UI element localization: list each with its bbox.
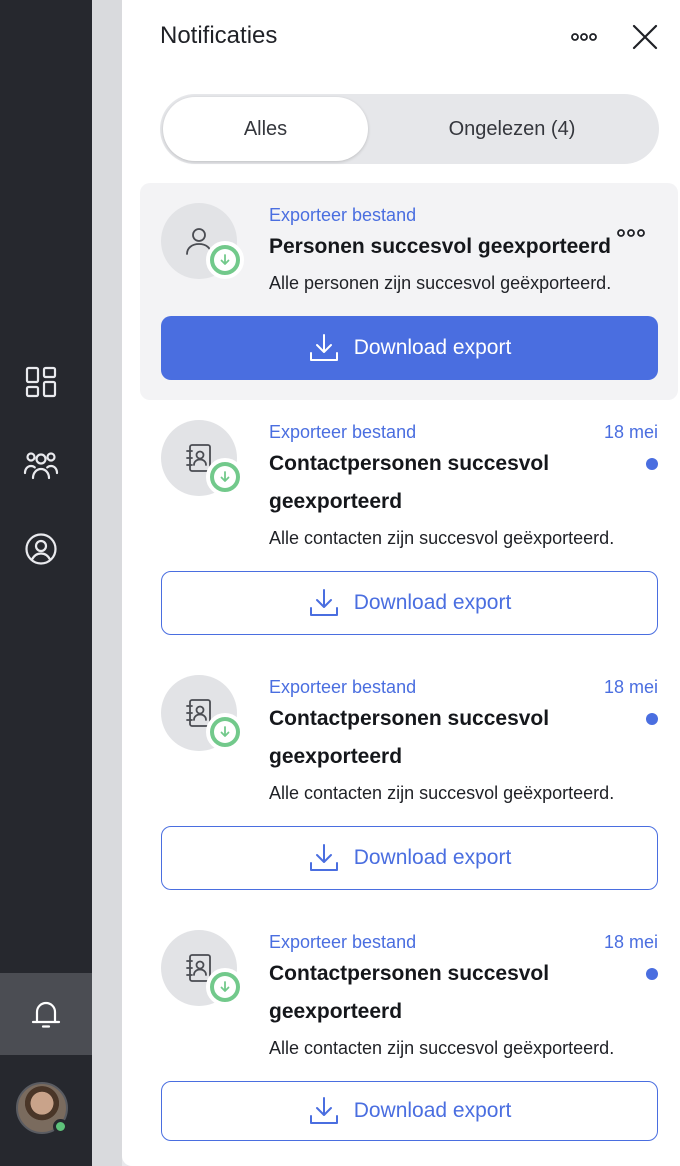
notification-category: Exporteer bestand — [269, 677, 417, 697]
panel-title: Notificaties — [160, 22, 278, 49]
notification-title: Personen succesvol geexporteerd — [269, 235, 611, 258]
unread-indicator — [646, 968, 658, 980]
download-export-button[interactable]: Download export — [161, 316, 658, 380]
download-export-button[interactable]: Download export — [161, 1081, 658, 1141]
close-button[interactable] — [628, 20, 662, 54]
account-icon[interactable] — [21, 529, 61, 569]
close-icon — [632, 24, 658, 50]
notification-category: Exporteer bestand — [269, 422, 417, 442]
download-icon — [309, 844, 338, 871]
download-export-label: Download export — [353, 591, 512, 614]
notification-title: Contactpersonen succesvol geexporteerd — [269, 707, 550, 768]
notification-filter-tabs: Alles Ongelezen (4) — [160, 94, 659, 164]
more-horizontal-icon — [617, 229, 645, 237]
download-export-label: Download export — [353, 1099, 512, 1122]
notifications-nav-button[interactable] — [0, 973, 92, 1055]
notification-card[interactable]: Exporteer bestand Personen succesvol gee… — [140, 183, 678, 400]
sidebar-divider — [92, 0, 122, 1166]
download-icon — [309, 334, 338, 361]
more-horizontal-icon — [571, 33, 597, 41]
tab-all[interactable]: Alles — [163, 97, 368, 161]
user-avatar[interactable] — [16, 1082, 68, 1134]
notification-description: Alle contacten zijn succesvol geëxportee… — [269, 1038, 615, 1058]
notification-description: Alle personen zijn succesvol geëxporteer… — [269, 273, 612, 293]
notification-more-options-button[interactable] — [614, 221, 648, 245]
download-arrow-icon — [220, 981, 230, 992]
online-status-indicator — [53, 1119, 68, 1134]
notification-card[interactable]: Exporteer bestand 18 mei Contactpersonen… — [140, 655, 678, 910]
download-arrow-icon — [220, 254, 230, 265]
export-badge — [206, 458, 244, 496]
notification-date: 18 mei — [603, 677, 658, 697]
dashboard-icon[interactable] — [21, 362, 61, 402]
notification-description: Alle contacten zijn succesvol geëxportee… — [269, 783, 615, 803]
notification-category: Exporteer bestand — [269, 205, 417, 225]
download-arrow-icon — [220, 471, 230, 482]
app-sidebar — [0, 0, 92, 1166]
notification-card[interactable]: Exporteer bestand 18 mei Contactpersonen… — [140, 400, 678, 655]
notification-title: Contactpersonen succesvol geexporteerd — [269, 962, 550, 1023]
export-badge — [206, 968, 244, 1006]
users-icon[interactable] — [21, 445, 61, 485]
notification-date: 18 mei — [603, 422, 658, 442]
download-export-button[interactable]: Download export — [161, 571, 658, 635]
export-badge — [206, 713, 244, 751]
notification-title: Contactpersonen succesvol geexporteerd — [269, 452, 550, 513]
notification-description: Alle contacten zijn succesvol geëxportee… — [269, 528, 615, 548]
download-arrow-icon — [220, 726, 230, 737]
download-export-button[interactable]: Download export — [161, 826, 658, 890]
export-badge — [206, 241, 244, 279]
notification-card[interactable]: Exporteer bestand 18 mei Contactpersonen… — [140, 910, 678, 1166]
unread-indicator — [646, 458, 658, 470]
tab-unread[interactable]: Ongelezen (4) — [368, 97, 656, 161]
notifications-panel: Notificaties Alles Ongelezen (4) Exporte… — [122, 0, 680, 1166]
download-export-label: Download export — [353, 846, 512, 869]
panel-more-options-button[interactable] — [566, 22, 602, 52]
download-export-label: Download export — [353, 336, 512, 359]
download-icon — [309, 589, 338, 616]
unread-indicator — [646, 713, 658, 725]
download-icon — [309, 1097, 338, 1124]
notification-category: Exporteer bestand — [269, 932, 417, 952]
bell-icon — [31, 1001, 61, 1028]
notification-date: 18 mei — [603, 932, 658, 952]
